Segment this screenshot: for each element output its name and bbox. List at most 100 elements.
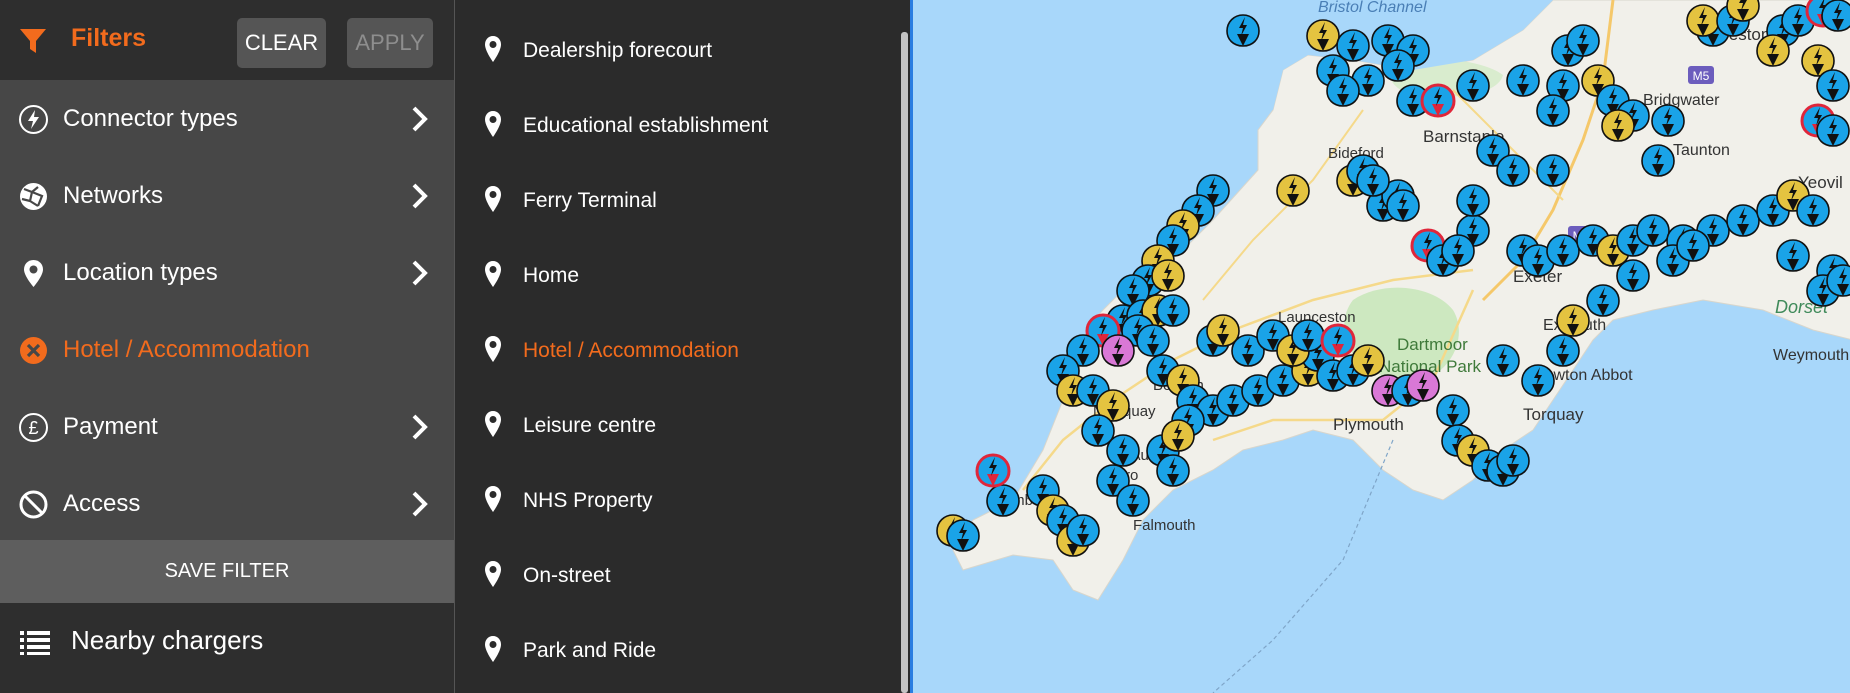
map-label-place: Taunton bbox=[1673, 142, 1730, 159]
network-globe-icon bbox=[20, 183, 47, 210]
charger-marker[interactable] bbox=[1796, 194, 1830, 227]
map-canvas[interactable]: Bristol Channel Weston-s Barnstaple Bide… bbox=[913, 0, 1850, 693]
list-icon bbox=[20, 631, 50, 655]
charger-marker[interactable] bbox=[1776, 239, 1810, 272]
svg-text:M5: M5 bbox=[1693, 69, 1710, 83]
filter-hotel-accommodation[interactable]: Hotel / Accommodation bbox=[0, 311, 454, 388]
filter-label: Location types bbox=[63, 259, 218, 286]
charger-marker[interactable] bbox=[1456, 184, 1490, 217]
charger-marker[interactable] bbox=[1156, 454, 1190, 487]
nearby-chargers-label: Nearby chargers bbox=[71, 625, 264, 655]
charger-marker[interactable] bbox=[1816, 114, 1850, 147]
charger-marker[interactable] bbox=[1291, 319, 1325, 352]
location-type-item-selected[interactable]: Hotel / Accommodation bbox=[455, 307, 895, 382]
charger-marker[interactable] bbox=[1536, 154, 1570, 187]
charger-marker[interactable] bbox=[1546, 234, 1580, 267]
apply-button[interactable]: APPLY bbox=[347, 18, 433, 68]
charger-marker[interactable] bbox=[1546, 334, 1580, 367]
charger-marker[interactable] bbox=[1156, 294, 1190, 327]
charger-marker[interactable] bbox=[1496, 154, 1530, 187]
charger-marker[interactable] bbox=[1641, 144, 1675, 177]
charger-marker[interactable] bbox=[1136, 324, 1170, 357]
filters-header: Filters CLEAR APPLY bbox=[0, 0, 454, 80]
charger-marker[interactable] bbox=[1486, 344, 1520, 377]
charger-marker[interactable] bbox=[1651, 104, 1685, 137]
charger-marker[interactable] bbox=[1276, 174, 1310, 207]
charger-marker[interactable] bbox=[1636, 214, 1670, 247]
charger-marker[interactable] bbox=[1406, 369, 1440, 402]
nearby-chargers-bar[interactable]: Nearby chargers bbox=[0, 603, 454, 693]
charger-marker[interactable] bbox=[1066, 514, 1100, 547]
filter-access[interactable]: Access bbox=[0, 465, 454, 542]
remove-x-icon[interactable] bbox=[18, 335, 49, 366]
charger-marker[interactable] bbox=[1726, 204, 1760, 237]
location-type-label: Ferry Terminal bbox=[523, 189, 657, 212]
filter-location-types[interactable]: Location types bbox=[0, 234, 454, 311]
charger-marker[interactable] bbox=[1601, 109, 1635, 142]
charger-marker[interactable] bbox=[1151, 259, 1185, 292]
charger-marker[interactable] bbox=[1336, 29, 1370, 62]
charger-marker[interactable] bbox=[1386, 189, 1420, 222]
charger-marker[interactable] bbox=[1726, 0, 1760, 22]
charger-marker[interactable] bbox=[1320, 323, 1356, 358]
location-type-item[interactable]: NHS Property bbox=[455, 457, 895, 532]
filter-payment[interactable]: £ Payment bbox=[0, 388, 454, 465]
no-entry-icon bbox=[19, 490, 48, 519]
charger-marker[interactable] bbox=[1420, 83, 1456, 118]
charger-marker[interactable] bbox=[1536, 94, 1570, 127]
location-type-item[interactable]: Home bbox=[455, 232, 895, 307]
charger-marker[interactable] bbox=[1816, 69, 1850, 102]
charger-marker[interactable] bbox=[1496, 444, 1530, 477]
map-view[interactable]: Bristol Channel Weston-s Barnstaple Bide… bbox=[910, 0, 1850, 693]
list-scrollbar-thumb[interactable] bbox=[901, 32, 908, 693]
charger-marker[interactable] bbox=[1616, 259, 1650, 292]
charger-marker[interactable] bbox=[1821, 0, 1850, 32]
charger-marker[interactable] bbox=[1306, 19, 1340, 52]
location-type-item[interactable]: Park and Ride bbox=[455, 607, 895, 682]
filter-connector-types[interactable]: Connector types bbox=[0, 80, 454, 157]
ferry-route bbox=[1212, 439, 1394, 693]
location-type-item[interactable]: Educational establishment bbox=[455, 82, 895, 157]
charger-marker[interactable] bbox=[1351, 344, 1385, 377]
charger-marker[interactable] bbox=[1686, 4, 1720, 37]
map-pin-icon bbox=[485, 486, 501, 512]
filter-networks[interactable]: Networks bbox=[0, 157, 454, 234]
charger-marker[interactable] bbox=[1106, 434, 1140, 467]
charger-marker[interactable] bbox=[1436, 394, 1470, 427]
charger-marker[interactable] bbox=[1521, 364, 1555, 397]
map-label-place: Torquay bbox=[1523, 405, 1584, 424]
location-type-item[interactable]: Ferry Terminal bbox=[455, 157, 895, 232]
charger-marker[interactable] bbox=[1161, 419, 1195, 452]
charger-marker[interactable] bbox=[1456, 69, 1490, 102]
map-pin-icon bbox=[485, 411, 501, 437]
charger-marker[interactable] bbox=[1566, 24, 1600, 57]
charger-marker[interactable] bbox=[1326, 74, 1360, 107]
charger-marker[interactable] bbox=[1676, 229, 1710, 262]
save-filter-button[interactable]: SAVE FILTER bbox=[0, 540, 454, 603]
charger-marker[interactable] bbox=[1381, 49, 1415, 82]
location-type-item[interactable]: Leisure centre bbox=[455, 382, 895, 457]
location-type-item[interactable]: On-street bbox=[455, 532, 895, 607]
charger-marker[interactable] bbox=[1556, 304, 1590, 337]
charger-marker[interactable] bbox=[1441, 234, 1475, 267]
charger-marker[interactable] bbox=[975, 453, 1011, 488]
location-type-label: Leisure centre bbox=[523, 414, 657, 437]
charger-marker[interactable] bbox=[986, 484, 1020, 517]
charger-marker[interactable] bbox=[946, 519, 980, 552]
charger-marker[interactable] bbox=[1226, 14, 1260, 47]
chevron-right-icon bbox=[412, 260, 428, 286]
location-type-item[interactable]: Dealership forecourt bbox=[455, 7, 895, 82]
charger-marker[interactable] bbox=[1116, 484, 1150, 517]
location-type-label: Educational establishment bbox=[523, 114, 769, 137]
location-type-label: Home bbox=[523, 264, 580, 287]
location-type-label: Dealership forecourt bbox=[523, 39, 713, 62]
clear-button[interactable]: CLEAR bbox=[237, 18, 326, 68]
map-label-place: Bridgwater bbox=[1643, 92, 1720, 109]
charger-marker[interactable] bbox=[1506, 64, 1540, 97]
charger-marker[interactable] bbox=[1756, 34, 1790, 67]
map-pin-icon bbox=[485, 111, 501, 137]
map-label-place: Plymouth bbox=[1333, 415, 1404, 434]
charger-marker[interactable] bbox=[1356, 164, 1390, 197]
charger-marker[interactable] bbox=[1101, 334, 1135, 367]
charger-marker[interactable] bbox=[1586, 284, 1620, 317]
